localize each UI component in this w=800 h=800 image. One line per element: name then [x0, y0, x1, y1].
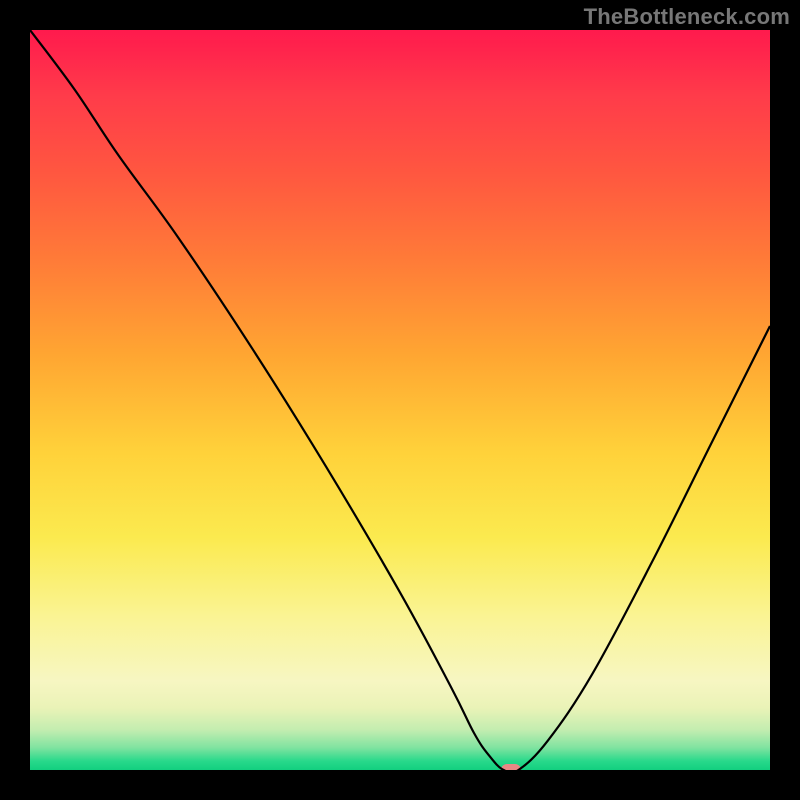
curve-svg — [30, 30, 770, 770]
plot-area — [30, 30, 770, 770]
chart-frame: TheBottleneck.com — [0, 0, 800, 800]
watermark-text: TheBottleneck.com — [584, 4, 790, 30]
bottleneck-curve-path — [30, 30, 770, 770]
